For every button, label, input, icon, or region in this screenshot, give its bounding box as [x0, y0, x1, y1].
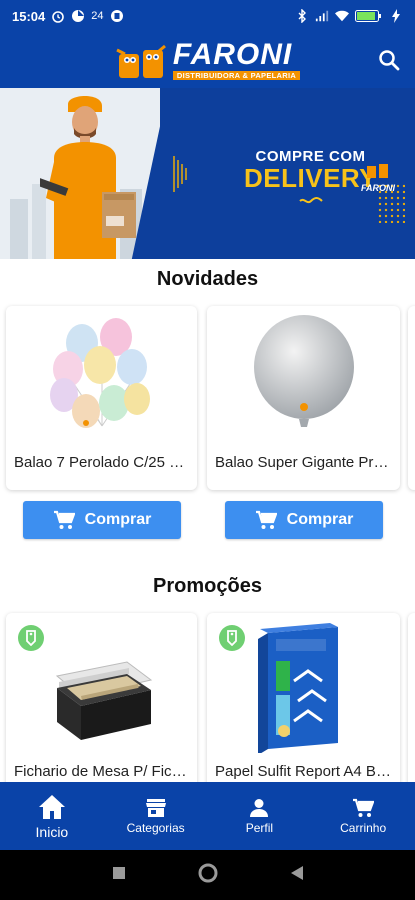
product-card[interactable]: Balao Super Gigante Prata: [207, 306, 400, 490]
brand-logo[interactable]: FARONI DISTRIBUIDORA & PAPELARIA: [115, 37, 301, 81]
nav-item-inicio[interactable]: Inicio: [0, 782, 104, 850]
logo-tagline: DISTRIBUIDORA & PAPELARIA: [172, 70, 301, 81]
silver-balloon-image: [253, 315, 354, 427]
logo-name: FARONI: [172, 37, 293, 71]
nav-label: Perfil: [245, 820, 274, 835]
product-image: [207, 617, 400, 757]
buy-button[interactable]: Comprar: [23, 501, 181, 539]
product-name: Balao 7 Perolado C/25 Unidades: [14, 454, 189, 471]
status-bar: 15:04 24: [0, 0, 415, 32]
data-saver-icon: [71, 9, 85, 23]
square-icon: [112, 866, 125, 879]
back-button[interactable]: [290, 865, 304, 886]
buy-button-label: Comprar: [84, 511, 152, 528]
circle-icon: [198, 863, 217, 882]
nav-item-categorias[interactable]: Categorias: [104, 782, 208, 850]
battery-icon: [355, 9, 383, 23]
banner-mini-logo: FARONI: [361, 160, 395, 193]
promo-banner[interactable]: COMPRE COM DELIVERY FARONI: [0, 88, 415, 259]
notification-count: 24: [91, 10, 104, 22]
alarm-icon: [51, 9, 65, 23]
app-bar: FARONI DISTRIBUIDORA & PAPELARIA: [0, 32, 415, 88]
product-card[interactable]: Balao 7 Perolado C/25 Unidades: [6, 306, 197, 490]
product-name: Papel Sulfit Report A4 Branco: [215, 763, 392, 780]
status-time: 15:04: [12, 8, 46, 24]
charging-icon: [389, 9, 403, 23]
promo-card[interactable]: Papel Sulfit Report A4 Branco: [207, 613, 400, 793]
banner-headline: COMPRE COM DELIVERY: [244, 148, 377, 209]
product-image: [207, 306, 400, 446]
search-icon: [379, 50, 400, 71]
nav-label: Categorias: [126, 820, 185, 835]
signal-icon: [315, 9, 329, 23]
app-notification-icon: [110, 9, 124, 23]
product-name: Fichario de Mesa P/ Fichas: [14, 763, 189, 780]
back-triangle-icon: [290, 865, 303, 880]
mascots-icon: [116, 44, 166, 78]
balloons-image: [49, 318, 150, 428]
section-title-novidades: Novidades: [156, 268, 259, 290]
bluetooth-icon: [295, 9, 309, 23]
banner-lines-icon: [173, 156, 187, 192]
buy-button[interactable]: Comprar: [225, 501, 383, 539]
nav-label: Inicio: [35, 823, 69, 840]
recent-apps-button[interactable]: [112, 866, 126, 885]
swoosh-icon: [298, 197, 323, 204]
promo-card-partial[interactable]: [408, 613, 415, 793]
wifi-icon: [335, 9, 349, 23]
nav-item-carrinho[interactable]: Carrinho: [311, 782, 415, 850]
home-icon: [38, 794, 65, 819]
banner-mini-logo-text: FARONI: [360, 183, 395, 193]
nav-item-perfil[interactable]: Perfil: [208, 782, 312, 850]
banner-line-2: DELIVERY: [244, 163, 378, 193]
product-image: [6, 306, 197, 446]
product-card-partial[interactable]: [408, 306, 415, 490]
paper-ream-image: [257, 623, 338, 753]
product-image: [6, 621, 197, 761]
mini-mascot-icon: [366, 164, 388, 178]
bottom-navigation: Inicio Categorias Perfil Carrinho: [0, 782, 415, 850]
cart-icon: [53, 510, 75, 529]
cart-icon: [255, 510, 277, 529]
system-navigation-bar: [0, 850, 415, 900]
section-title-promocoes: Promoções: [153, 575, 262, 597]
cart-icon: [353, 798, 375, 817]
person-icon: [250, 798, 269, 817]
buy-button-label: Comprar: [286, 511, 354, 528]
promo-card[interactable]: Fichario de Mesa P/ Fichas: [6, 613, 197, 793]
home-system-button[interactable]: [198, 863, 218, 888]
nav-label: Carrinho: [340, 820, 387, 835]
store-icon: [145, 798, 166, 817]
product-name: Balao Super Gigante Prata: [215, 454, 392, 471]
card-file-box-image: [55, 661, 152, 740]
delivery-man-image: [40, 96, 136, 259]
search-button[interactable]: [375, 46, 403, 74]
